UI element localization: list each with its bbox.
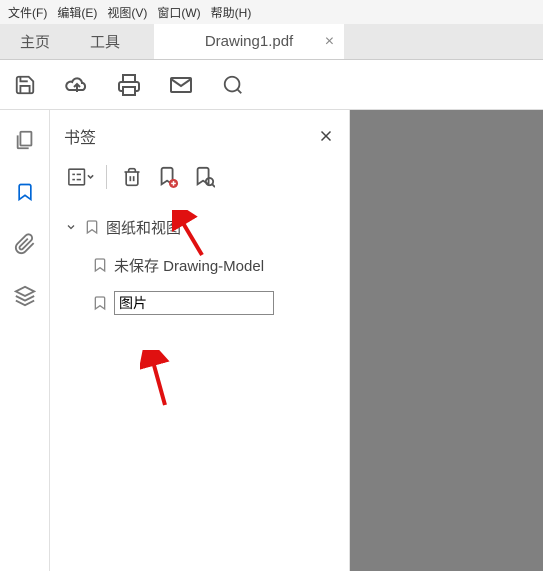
menu-view[interactable]: 视图(V) [107, 4, 147, 21]
document-canvas[interactable] [350, 110, 543, 571]
save-icon [14, 74, 36, 96]
cloud-upload-icon [65, 73, 89, 97]
paperclip-icon [14, 233, 36, 255]
delete-bookmark-button[interactable] [119, 164, 145, 190]
tab-home[interactable]: 主页 [0, 24, 70, 59]
close-icon [317, 127, 335, 145]
search-icon [222, 74, 244, 96]
tree-root-label: 图纸和视图 [106, 217, 181, 238]
bookmark-tree: 图纸和视图 未保存 Drawing-Model [64, 212, 335, 318]
separator [106, 165, 107, 189]
tab-document-label: Drawing1.pdf [205, 33, 293, 50]
save-button[interactable] [12, 72, 38, 98]
add-bookmark-button[interactable] [155, 164, 181, 190]
bookmarks-panel: 书签 [50, 110, 350, 571]
panel-header: 书签 [64, 124, 335, 148]
bookmark-find-button[interactable] [191, 164, 217, 190]
cloud-button[interactable] [64, 72, 90, 98]
chevron-down-icon [65, 221, 77, 233]
toolbar [0, 60, 543, 110]
tab-close-button[interactable]: × [325, 33, 334, 51]
panel-title: 书签 [64, 124, 96, 148]
bookmark-node-icon [84, 218, 100, 236]
options-button[interactable] [68, 164, 94, 190]
expand-chevron[interactable] [64, 221, 78, 233]
layers-button[interactable] [13, 284, 37, 308]
layers-icon [14, 285, 36, 307]
thumbnails-icon [14, 129, 36, 151]
tree-item-1[interactable]: 未保存 Drawing-Model [64, 250, 335, 280]
menu-window[interactable]: 窗口(W) [157, 4, 200, 21]
panel-toolbar [64, 164, 335, 190]
search-button[interactable] [220, 72, 246, 98]
print-button[interactable] [116, 72, 142, 98]
tree-item-1-label: 未保存 Drawing-Model [114, 255, 264, 276]
tree-root-row[interactable]: 图纸和视图 [64, 212, 335, 242]
bookmark-icon [15, 181, 35, 203]
print-icon [117, 73, 141, 97]
menu-file[interactable]: 文件(F) [8, 4, 47, 21]
trash-icon [122, 166, 142, 188]
bookmark-icon [84, 218, 100, 236]
bookmark-rename-input[interactable] [114, 291, 274, 315]
menu-bar: 文件(F) 编辑(E) 视图(V) 窗口(W) 帮助(H) [0, 0, 543, 24]
mail-icon [169, 73, 193, 97]
bookmarks-button[interactable] [13, 180, 37, 204]
bookmark-node-icon [92, 294, 108, 312]
tab-document[interactable]: Drawing1.pdf × [154, 24, 344, 59]
thumbnails-button[interactable] [13, 128, 37, 152]
bookmark-icon [92, 294, 108, 312]
bookmark-node-icon [92, 256, 108, 274]
bookmark-add-icon [157, 165, 179, 189]
menu-edit[interactable]: 编辑(E) [57, 4, 97, 21]
bookmark-icon [92, 256, 108, 274]
panel-close-button[interactable] [317, 127, 335, 145]
menu-help[interactable]: 帮助(H) [211, 4, 252, 21]
mail-button[interactable] [168, 72, 194, 98]
tab-tools[interactable]: 工具 [70, 24, 140, 59]
tab-bar: 主页 工具 Drawing1.pdf × [0, 24, 543, 60]
tree-item-2[interactable] [64, 288, 335, 318]
attachments-button[interactable] [13, 232, 37, 256]
options-icon [68, 166, 94, 188]
bookmark-search-icon [193, 165, 215, 189]
main-area: 书签 [0, 110, 543, 571]
left-rail [0, 110, 50, 571]
